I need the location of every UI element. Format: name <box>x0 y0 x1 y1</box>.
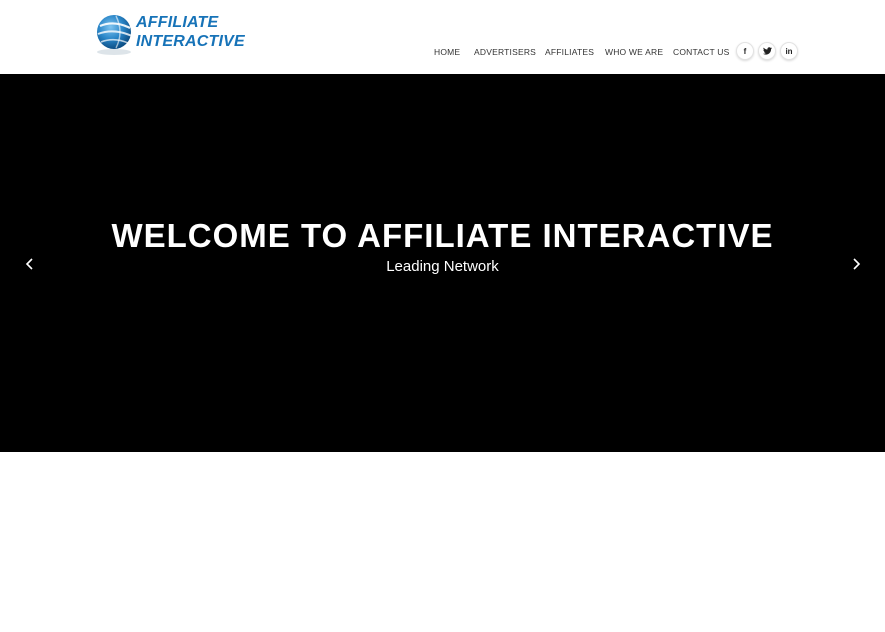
linkedin-icon[interactable]: in <box>780 42 798 60</box>
nav-affiliates[interactable]: AFFILIATES <box>545 44 594 60</box>
chevron-right-icon[interactable] <box>848 256 864 272</box>
hero-subtitle: Leading Network <box>386 258 499 275</box>
hero-slider: WELCOME TO AFFILIATE INTERACTIVE Leading… <box>0 74 885 452</box>
site-header: AFFILIATE INTERACTIVE HOME ADVERTISERS A… <box>0 0 885 74</box>
nav-who-we-are[interactable]: WHO WE ARE <box>605 44 663 60</box>
hero-title: WELCOME TO AFFILIATE INTERACTIVE <box>111 217 774 254</box>
chevron-left-icon[interactable] <box>22 256 38 272</box>
nav-advertisers[interactable]: ADVERTISERS <box>474 44 536 60</box>
facebook-icon[interactable]: f <box>736 42 754 60</box>
twitter-icon[interactable] <box>758 42 776 60</box>
nav-contact-us[interactable]: CONTACT US <box>673 44 729 60</box>
nav-home[interactable]: HOME <box>434 44 460 60</box>
brand-line-1: AFFILIATE <box>136 14 219 31</box>
content-section <box>0 452 885 632</box>
twitter-bird-icon <box>762 47 772 55</box>
